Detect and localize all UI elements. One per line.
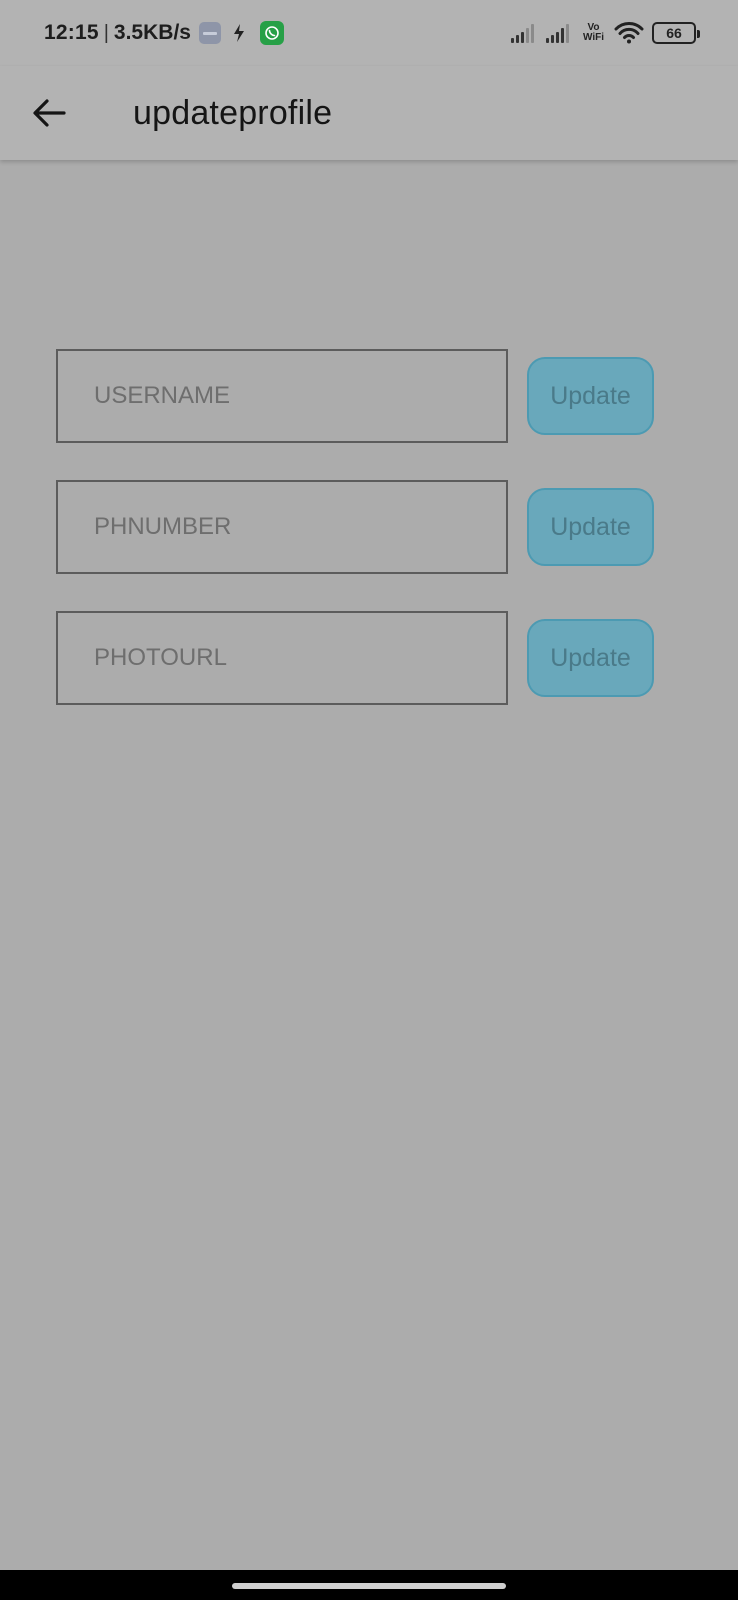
app-bar: updateprofile xyxy=(0,66,738,160)
update-phone-number-button[interactable]: Update xyxy=(527,488,654,566)
photo-url-field[interactable] xyxy=(56,611,508,705)
signal-icon xyxy=(545,23,571,43)
status-bar-right: Vo WiFi 66 xyxy=(501,21,700,45)
navigation-bar xyxy=(0,1570,738,1600)
update-photo-url-button[interactable]: Update xyxy=(527,619,654,697)
username-row: Update xyxy=(56,349,656,443)
whatsapp-icon xyxy=(259,21,284,45)
status-bar-left: 12:15 | 3.5KB/s xyxy=(44,21,284,45)
username-field[interactable] xyxy=(56,349,508,443)
photo-url-row: Update xyxy=(56,611,656,705)
status-time: 12:15 xyxy=(44,21,99,44)
screen: 12:15 | 3.5KB/s Vo WiFi 66 updateprofile… xyxy=(0,0,738,1600)
app-notification-icon xyxy=(198,22,221,44)
status-bar: 12:15 | 3.5KB/s Vo WiFi 66 xyxy=(0,0,738,66)
signal-icon xyxy=(510,23,536,43)
status-separator: | xyxy=(103,21,109,44)
network-speed: 3.5KB/s xyxy=(113,21,191,44)
update-username-button[interactable]: Update xyxy=(527,357,654,435)
bluetooth-bolt-icon xyxy=(233,24,244,42)
arrow-left-icon xyxy=(33,99,66,127)
wifi-icon xyxy=(614,22,644,44)
battery-icon: 66 xyxy=(652,22,700,44)
battery-level: 66 xyxy=(666,25,682,41)
phone-number-field[interactable] xyxy=(56,480,508,574)
home-gesture-handle[interactable] xyxy=(232,1583,506,1589)
vowifi-bottom-text: WiFi xyxy=(582,32,604,43)
page-title: updateprofile xyxy=(133,93,333,132)
phone-number-row: Update xyxy=(56,480,656,574)
vowifi-icon: Vo WiFi xyxy=(583,23,604,43)
back-button[interactable] xyxy=(21,85,77,141)
